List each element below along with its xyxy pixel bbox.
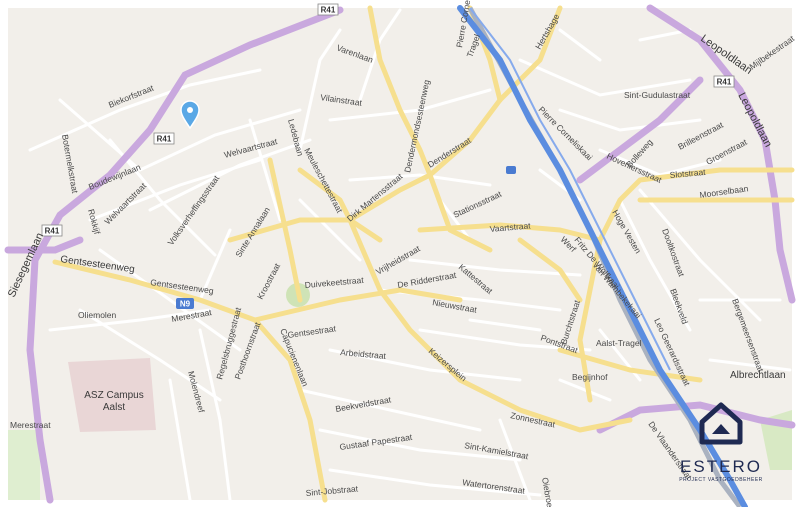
street-label: Sint-Gudulastraat bbox=[624, 90, 691, 100]
map-frame: R41 R41 R41 R41 N9 Leopoldlaan Leopoldla… bbox=[0, 0, 800, 507]
green-area-sw bbox=[8, 430, 40, 500]
logo-tagline: PROJECT VASTGOEDBEHEER bbox=[679, 477, 763, 483]
road-shield-r41-north: R41 bbox=[317, 3, 339, 16]
street-label: Albrechtlaan bbox=[730, 370, 786, 381]
street-label: Aalst-Tragel bbox=[596, 338, 642, 348]
svg-text:R41: R41 bbox=[717, 78, 732, 87]
train-station-icon[interactable] bbox=[506, 166, 516, 174]
svg-text:Aalst: Aalst bbox=[103, 402, 125, 413]
street-label: Merestraat bbox=[10, 420, 51, 430]
svg-text:ASZ Campus: ASZ Campus bbox=[84, 390, 143, 401]
road-shield-r41-east: R41 bbox=[713, 75, 735, 88]
svg-text:R41: R41 bbox=[157, 135, 172, 144]
logo-brand-name: ESTERO bbox=[680, 457, 762, 476]
svg-text:R41: R41 bbox=[45, 227, 60, 236]
estero-logo: ESTERO PROJECT VASTGOEDBEHEER bbox=[676, 402, 766, 483]
street-label: Oliemolen bbox=[78, 310, 117, 320]
svg-text:R41: R41 bbox=[321, 6, 336, 15]
street-label: Begijnhof bbox=[572, 372, 608, 382]
road-shield-n9: N9 bbox=[176, 298, 194, 309]
estero-logo-mark bbox=[699, 402, 743, 445]
road-shield-r41-sw: R41 bbox=[41, 224, 63, 237]
road-shield-r41-west: R41 bbox=[153, 132, 175, 145]
svg-text:N9: N9 bbox=[180, 300, 191, 309]
